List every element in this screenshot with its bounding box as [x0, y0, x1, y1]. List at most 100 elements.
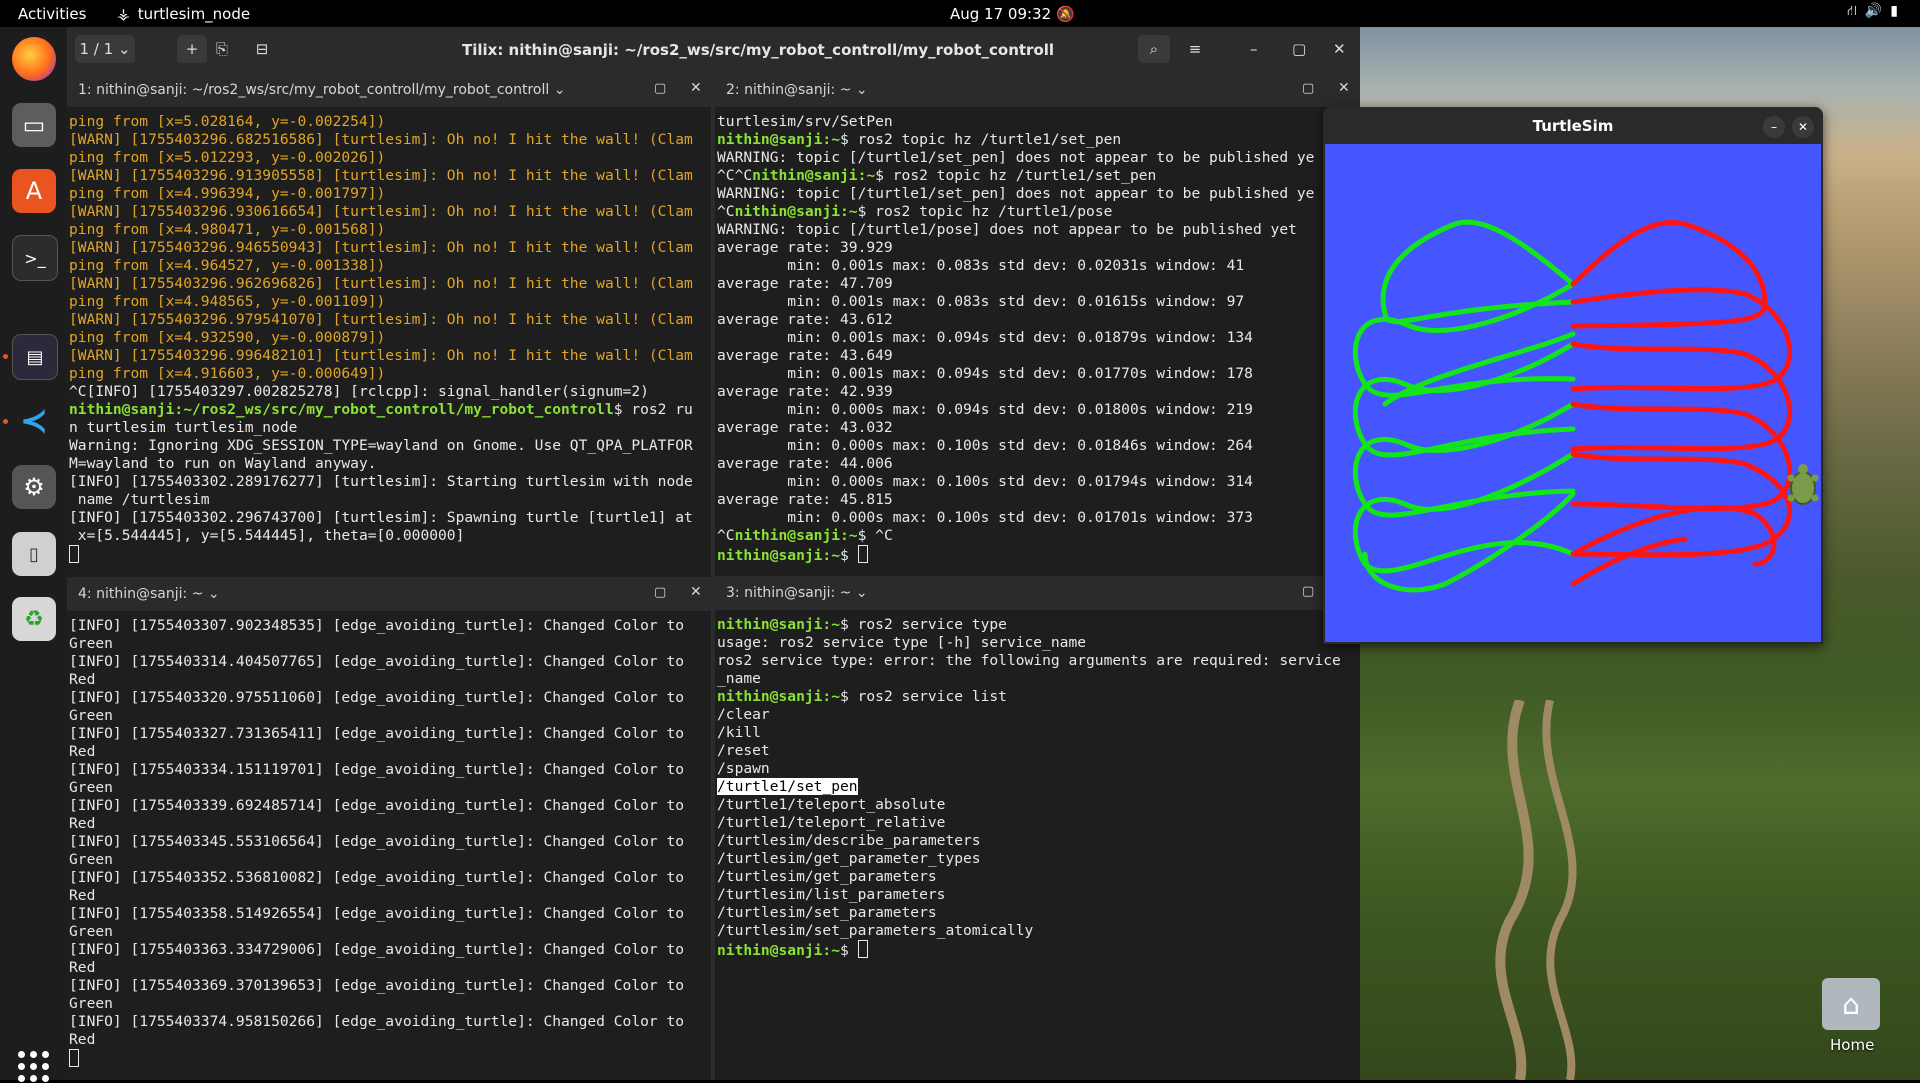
- maximize-pane-icon[interactable]: ▢: [1302, 584, 1314, 599]
- menu-icon[interactable]: ≡: [1179, 35, 1211, 63]
- terminal-line: [WARN] [1755403296.996482101] [turtlesim…: [69, 347, 711, 365]
- terminal-line: ping from [x=4.996394, y=-0.001797]): [69, 185, 711, 203]
- app-menu[interactable]: ⚶ turtlesim_node: [117, 5, 250, 23]
- terminal-line: M=wayland to run on Wayland anyway.: [69, 455, 711, 473]
- show-apps-icon[interactable]: [18, 1051, 50, 1083]
- output-text: $ ^C: [857, 527, 893, 544]
- output-text: WARNING: topic [/turtle1/set_pen] does n…: [717, 185, 1315, 202]
- home-folder-label: Home: [1830, 1036, 1875, 1054]
- split-down-icon[interactable]: ⊟: [247, 35, 277, 63]
- close-icon[interactable]: ✕: [1333, 40, 1346, 58]
- control-chars: ^C: [717, 203, 735, 220]
- terminal-line: average rate: 47.709: [717, 275, 1360, 293]
- close-pane-icon[interactable]: ✕: [690, 584, 702, 600]
- maximize-pane-icon[interactable]: ▢: [654, 585, 666, 600]
- pane-3-title[interactable]: 3: nithin@sanji: ~: [726, 585, 851, 601]
- terminal-line: turtlesim/srv/SetPen: [717, 113, 1360, 131]
- split-right-icon[interactable]: ⎘: [207, 35, 237, 63]
- app-center-icon[interactable]: A: [12, 169, 56, 213]
- output-text: Red: [69, 815, 96, 832]
- terminal-line: [INFO] [1755403320.975511060] [edge_avoi…: [69, 689, 711, 707]
- output-text: x=[5.544445], y=[5.544445], theta=[0.000…: [69, 527, 465, 544]
- terminal-line: Green: [69, 635, 711, 653]
- add-session-button[interactable]: +: [177, 35, 207, 63]
- disk-icon[interactable]: ▯: [12, 532, 56, 576]
- close-pane-icon[interactable]: ✕: [690, 80, 702, 96]
- terminal-line: [69, 1049, 711, 1069]
- terminal-line: [INFO] [1755403302.289176277] [turtlesim…: [69, 473, 711, 491]
- terminal-line: /turtlesim/list_parameters: [717, 886, 1360, 904]
- terminal-pane-3[interactable]: 3: nithin@sanji: ~ ⌄ ▢ nithin@sanji:~$ r…: [715, 576, 1360, 1080]
- terminal-line: min: 0.000s max: 0.100s std dev: 0.01794…: [717, 473, 1360, 491]
- shell-prompt: nithin@sanji:~: [734, 203, 858, 220]
- terminal-line: [WARN] [1755403296.682516586] [turtlesim…: [69, 131, 711, 149]
- red-trail: [1570, 287, 1793, 392]
- terminal-line: average rate: 39.929: [717, 239, 1360, 257]
- terminal-pane-2[interactable]: 2: nithin@sanji: ~ ⌄ ▢ ✕ turtlesim/srv/S…: [715, 73, 1360, 603]
- clock[interactable]: Aug 17 09:32: [950, 5, 1051, 23]
- top-bar: Activities ⚶ turtlesim_node Aug 17 09:32 …: [0, 0, 1920, 27]
- shell-prompt: nithin@sanji:~: [717, 547, 841, 564]
- home-folder-icon[interactable]: ⌂: [1822, 978, 1880, 1030]
- output-text: [INFO] [1755403352.536810082] [edge_avoi…: [69, 869, 685, 886]
- warn-text: ping from [x=4.964527, y=-0.001338]): [69, 257, 386, 274]
- terminal-line: [INFO] [1755403334.151119701] [edge_avoi…: [69, 761, 711, 779]
- terminal-line: Green: [69, 995, 711, 1013]
- terminal-line: n turtlesim turtlesim_node: [69, 419, 711, 437]
- firefox-icon[interactable]: [12, 37, 56, 81]
- session-switcher[interactable]: 1 / 1 ⌄: [75, 35, 135, 63]
- terminal-line: [INFO] [1755403314.404507765] [edge_avoi…: [69, 653, 711, 671]
- terminal-cursor: [69, 545, 79, 563]
- terminal-line: [INFO] [1755403369.370139653] [edge_avoi…: [69, 977, 711, 995]
- output-text: $: [840, 547, 858, 564]
- settings-icon[interactable]: ⚙: [12, 465, 56, 509]
- close-pane-icon[interactable]: ✕: [1338, 80, 1350, 96]
- terminal-output[interactable]: ping from [x=5.028164, y=-0.002254]) [WAR…: [69, 113, 711, 565]
- maximize-pane-icon[interactable]: ▢: [1302, 81, 1314, 96]
- control-chars: ^C^C: [717, 167, 753, 184]
- pane-4-title[interactable]: 4: nithin@sanji: ~: [78, 586, 203, 602]
- system-tray[interactable]: ⛙🔊▮: [1847, 3, 1906, 21]
- terminal-line: Green: [69, 707, 711, 725]
- tilix-icon[interactable]: ▤: [12, 334, 58, 380]
- terminal-line: /spawn: [717, 760, 1360, 778]
- terminal-line: [INFO] [1755403374.958150266] [edge_avoi…: [69, 1013, 711, 1031]
- output-text: Green: [69, 995, 113, 1012]
- terminal-output[interactable]: [INFO] [1755403307.902348535] [edge_avoi…: [69, 617, 711, 1069]
- terminal-line: Red: [69, 887, 711, 905]
- terminal-pane-4[interactable]: 4: nithin@sanji: ~ ⌄ ▢ ✕ [INFO] [1755403…: [67, 577, 711, 1080]
- terminal-line: min: 0.000s max: 0.094s std dev: 0.01800…: [717, 401, 1360, 419]
- terminal-line: _name: [717, 670, 1360, 688]
- files-icon[interactable]: ▭: [12, 103, 56, 147]
- pane-2-title[interactable]: 2: nithin@sanji: ~: [726, 82, 851, 98]
- output-text: min: 0.001s max: 0.094s std dev: 0.01770…: [717, 365, 1253, 382]
- vscode-icon[interactable]: ≺: [12, 399, 56, 443]
- output-text: average rate: 43.649: [717, 347, 893, 364]
- terminal-line: WARNING: topic [/turtle1/set_pen] does n…: [717, 185, 1360, 203]
- terminal-pane-1[interactable]: 1: nithin@sanji: ~/ros2_ws/src/my_robot_…: [67, 73, 711, 603]
- maximize-icon[interactable]: ▢: [1292, 40, 1306, 58]
- trash-icon[interactable]: ♻: [12, 597, 56, 641]
- terminal-line: Green: [69, 779, 711, 797]
- warn-text: [WARN] [1755403296.913905558] [turtlesim…: [69, 167, 693, 184]
- close-icon[interactable]: ✕: [1792, 116, 1814, 138]
- search-icon[interactable]: ⌕: [1138, 35, 1170, 63]
- minimize-icon[interactable]: –: [1250, 40, 1258, 58]
- minimize-icon[interactable]: –: [1763, 116, 1785, 138]
- pane-1-title[interactable]: 1: nithin@sanji: ~/ros2_ws/src/my_robot_…: [78, 82, 549, 98]
- green-trail: [1380, 219, 1576, 325]
- terminal-line: /turtle1/teleport_absolute: [717, 796, 1360, 814]
- terminal-output[interactable]: nithin@sanji:~$ ros2 service type usage: …: [717, 616, 1360, 960]
- terminal-line: ^C[INFO] [1755403297.002825278] [rclcpp]…: [69, 383, 711, 401]
- terminal-line: ^Cnithin@sanji:~$ ros2 topic hz /turtle1…: [717, 203, 1360, 221]
- output-text: M=wayland to run on Wayland anyway.: [69, 455, 377, 472]
- maximize-pane-icon[interactable]: ▢: [654, 81, 666, 96]
- terminal-line: average rate: 43.649: [717, 347, 1360, 365]
- terminal-icon[interactable]: >_: [12, 235, 58, 281]
- output-text: $ ros2 topic hz /turtle1/set_pen: [875, 167, 1157, 184]
- terminal-output[interactable]: turtlesim/srv/SetPen nithin@sanji:~ $ ros2…: [717, 113, 1360, 565]
- output-text: average rate: 39.929: [717, 239, 893, 256]
- turtlesim-canvas: [1325, 144, 1821, 642]
- activities-button[interactable]: Activities: [18, 5, 86, 23]
- terminal-line: [INFO] [1755403352.536810082] [edge_avoi…: [69, 869, 711, 887]
